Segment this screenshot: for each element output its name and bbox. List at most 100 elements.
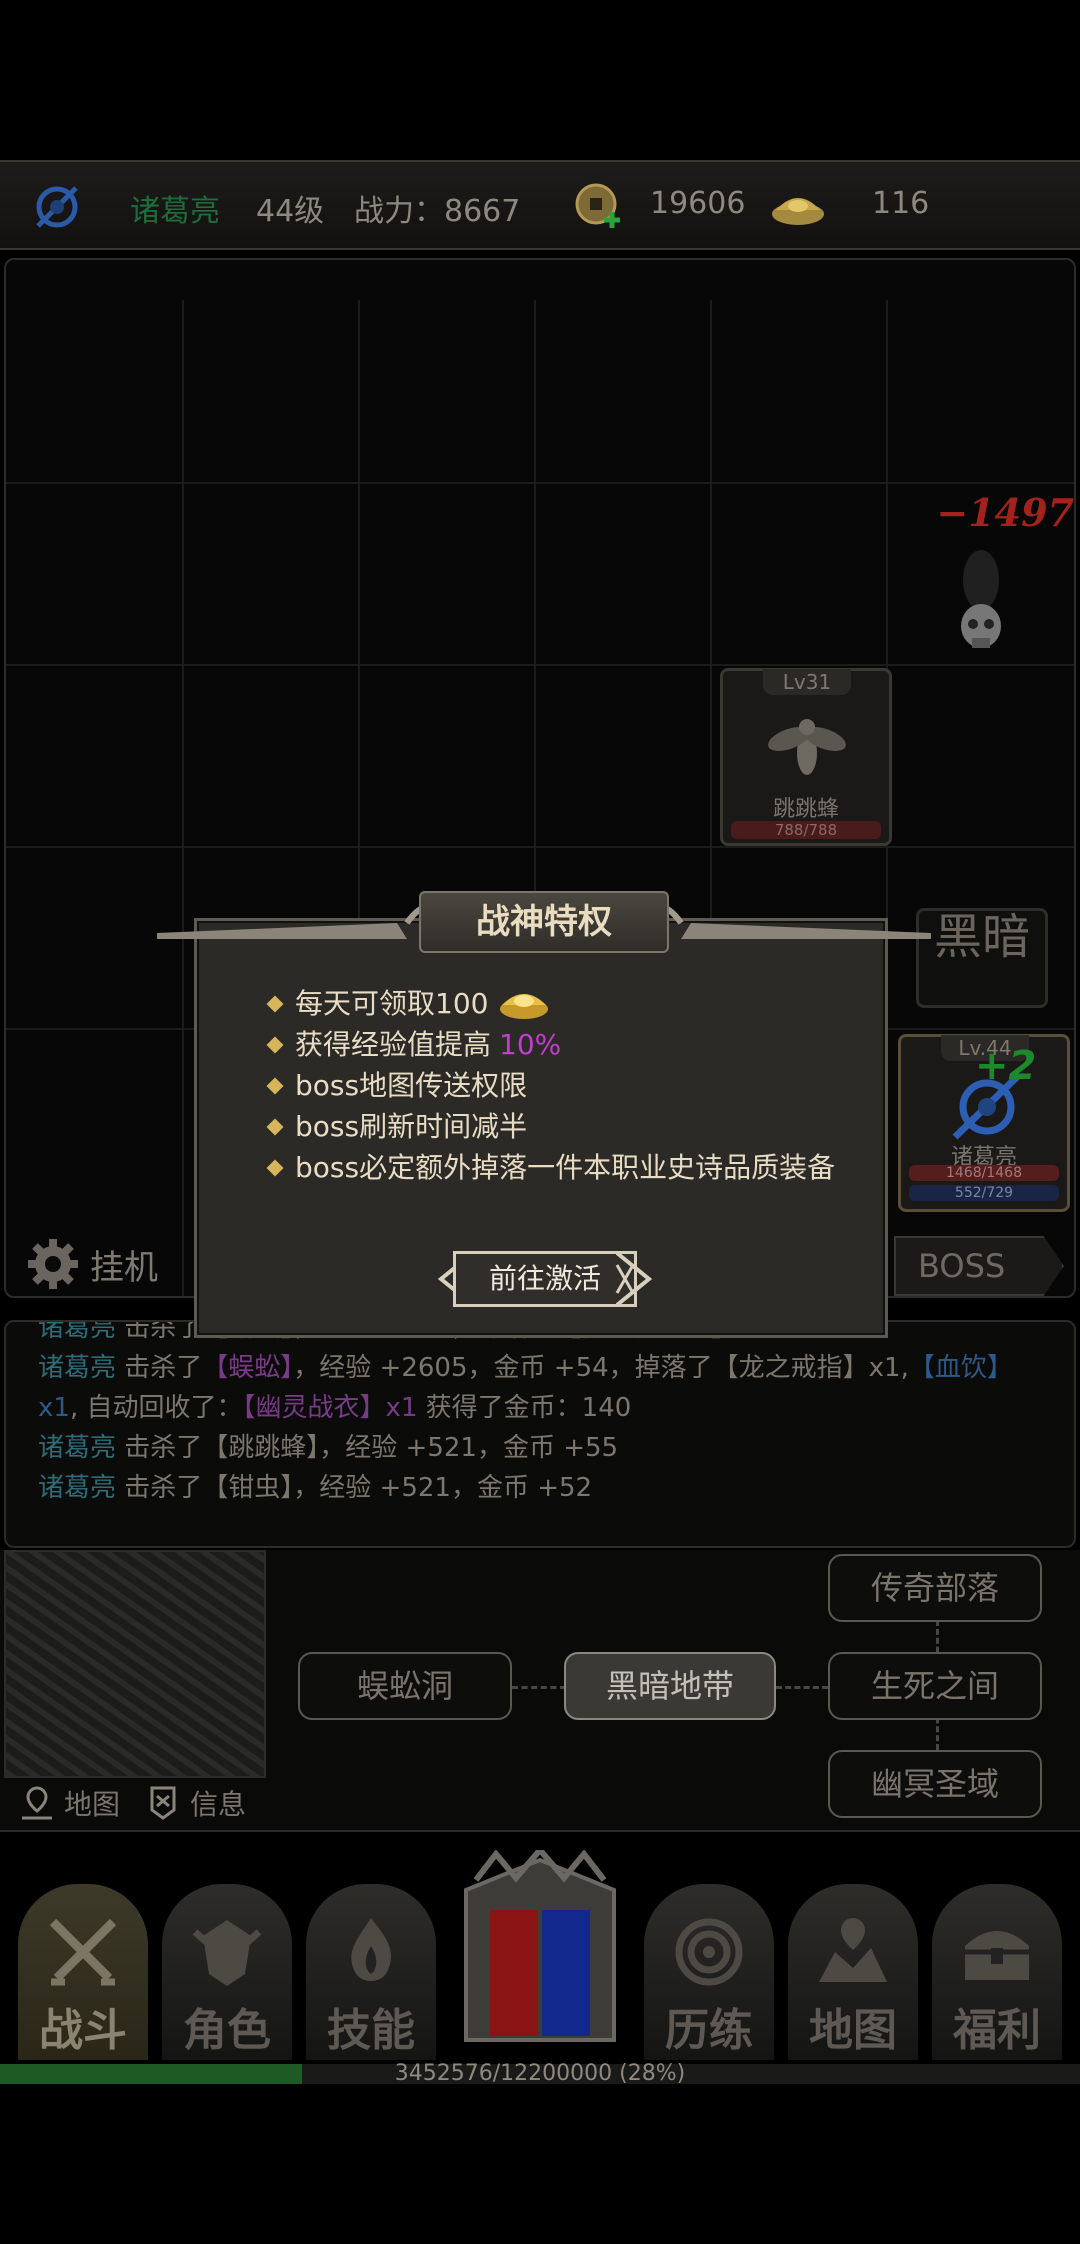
- crossed-swords-icon: [49, 1918, 117, 1986]
- map-node-life-death[interactable]: 生死之间: [828, 1652, 1042, 1720]
- exp-bonus-value: 10%: [499, 1028, 562, 1061]
- grid-line: [6, 846, 1074, 848]
- perk-text: 每天可领取100: [295, 987, 489, 1020]
- nav-battle[interactable]: 战斗: [18, 1884, 148, 2060]
- diamond-bullet-icon: [266, 1036, 284, 1053]
- damage-number: −1497: [936, 490, 1074, 535]
- player-hp-bar: 1468/1468: [909, 1165, 1059, 1181]
- experience-text: 3452576/12200000 (28%): [394, 2061, 686, 2086]
- battle-log: 诸葛亮 击杀了【钳虫】，经验 +521，掉落了【微型魔法药】x1 诸葛亮 击杀了…: [4, 1320, 1076, 1548]
- player-mp-bar: 552/729: [909, 1185, 1059, 1201]
- helmet-icon: [192, 1920, 262, 1986]
- log-player-name: 诸葛亮: [38, 1320, 117, 1343]
- auto-battle-button[interactable]: 挂机: [26, 1234, 158, 1294]
- nav-skill[interactable]: 技能: [306, 1884, 436, 2060]
- player-level: 44级: [256, 194, 325, 229]
- diamond-bullet-icon: [266, 1118, 284, 1135]
- log-text: ，经验 +2605，金币 +54，掉落了【龙之戒指】x1,: [293, 1353, 909, 1383]
- perk-text: boss地图传送权限: [295, 1069, 528, 1102]
- map-pin-icon: [22, 1786, 52, 1820]
- diamond-bullet-icon: [266, 1159, 284, 1176]
- path-connector: [512, 1686, 566, 1689]
- diamond-bullet-icon: [266, 995, 284, 1012]
- diamond-bullet-icon: [266, 1077, 284, 1094]
- map-node-legend-tribe[interactable]: 传奇部落: [828, 1554, 1042, 1622]
- perk-text: 获得经验值提高: [295, 1028, 492, 1061]
- flame-icon: [351, 1918, 392, 1981]
- log-text: 击杀了【跳跳蜂】，经验 +521，金币 +55: [116, 1433, 619, 1463]
- map-panel: 地图 信息 蜈蚣洞 黑暗地带 传奇部落 生死之间 幽冥圣域: [0, 1550, 1080, 1832]
- monster-level: Lv31: [763, 669, 851, 695]
- log-player-name: 诸葛亮: [38, 1473, 117, 1503]
- map-node-centipede-cave[interactable]: 蜈蚣洞: [298, 1652, 512, 1720]
- perk-text: boss刷新时间减半: [295, 1110, 528, 1143]
- dialog-title: 战神特权: [419, 891, 669, 953]
- nav-role[interactable]: 角色: [162, 1884, 292, 2060]
- perk-text: boss必定额外掉落一件本职业史诗品质装备: [295, 1151, 836, 1184]
- log-item-name: 【幽灵战衣】x1: [242, 1393, 418, 1423]
- add-coin-icon[interactable]: [574, 182, 624, 232]
- gold-ingot-icon: [772, 198, 824, 225]
- map-node-nether[interactable]: 幽冥圣域: [828, 1750, 1042, 1818]
- faction-shield-icon[interactable]: [446, 1850, 634, 2060]
- minimap[interactable]: [4, 1550, 266, 1778]
- treasure-chest-icon: [965, 1931, 1029, 1980]
- grid-line: [6, 664, 1074, 666]
- nav-map[interactable]: 地图: [788, 1884, 918, 2060]
- level-gain-text: +2: [975, 1043, 1037, 1089]
- top-status-bar: 诸葛亮 44级 战力：8667 19606 116: [0, 160, 1080, 250]
- log-text: , 自动回收了：: [69, 1393, 243, 1423]
- nav-battle-label: 战斗: [39, 2005, 127, 2056]
- nav-welfare[interactable]: 福利: [932, 1884, 1062, 2060]
- nav-role-label: 角色: [183, 2005, 271, 2056]
- monster-hp-bar: 788/788: [731, 821, 881, 839]
- auto-battle-label: 挂机: [90, 1247, 158, 1288]
- path-connector: [776, 1686, 828, 1689]
- perk-item: boss必定额外掉落一件本职业史诗品质装备: [266, 1147, 836, 1188]
- grid-line: [182, 300, 184, 1296]
- player-name: 诸葛亮: [130, 194, 220, 229]
- map-node-dark-zone[interactable]: 黑暗地带: [564, 1652, 776, 1720]
- log-monster-name: 【蜈蚣】: [202, 1353, 294, 1383]
- log-text: 击杀了【钳虫】，经验 +521，金币 +52: [116, 1473, 593, 1503]
- log-entry: 诸葛亮 击杀了【蜈蚣】，经验 +2605，金币 +54，掉落了【龙之戒指】x1,…: [38, 1348, 1042, 1428]
- nav-map-label: 地图: [809, 2005, 897, 2056]
- activate-button[interactable]: 前往激活: [435, 1249, 655, 1309]
- combat-power: 战力：8667: [354, 194, 521, 229]
- boss-button[interactable]: BOSS: [894, 1236, 1064, 1296]
- zone-name-plate: 黑暗: [916, 908, 1048, 1008]
- perk-list: 每天可领取100 获得经验值提高 10% boss地图传送权限 boss刷新时间…: [266, 983, 836, 1188]
- perk-item: 每天可领取100: [266, 983, 835, 1024]
- coin-amount: 19606: [650, 186, 746, 221]
- log-text: 击杀了: [116, 1353, 203, 1383]
- log-player-name: 诸葛亮: [38, 1353, 117, 1383]
- map-tab-label: 地图: [64, 1788, 121, 1821]
- monster-card[interactable]: Lv31 跳跳蜂 788/788: [720, 668, 892, 846]
- log-entry: 诸葛亮 击杀了【跳跳蜂】，经验 +521，金币 +55: [38, 1428, 1042, 1468]
- nav-train-label: 历练: [665, 2005, 753, 2056]
- nav-train[interactable]: 历练: [644, 1884, 774, 2060]
- bottom-nav: 战斗 角色 技能 历练 地图 福利: [0, 1850, 1080, 2060]
- map-tab[interactable]: 地图: [18, 1776, 120, 1830]
- privilege-dialog: 战神特权 每天可领取100 获得经验值提高 10% boss地图传送权限 bos…: [157, 891, 931, 1338]
- log-entry: 诸葛亮 击杀了【钳虫】，经验 +521，金币 +52: [38, 1468, 1042, 1508]
- bee-icon: [768, 719, 846, 775]
- perk-item: boss地图传送权限: [266, 1065, 835, 1106]
- button-cap-right-icon: [615, 1251, 653, 1307]
- spiral-icon: [675, 1918, 743, 1986]
- log-player-name: 诸葛亮: [38, 1433, 117, 1463]
- player-card[interactable]: Lv.44 +2 诸葛亮 1468/1468 552/729: [898, 1034, 1070, 1212]
- ingot-amount: 116: [872, 186, 930, 221]
- grid-line: [6, 482, 1074, 484]
- class-emblem-icon[interactable]: [30, 180, 84, 234]
- info-tab[interactable]: 信息: [144, 1776, 246, 1830]
- nav-skill-label: 技能: [327, 2005, 415, 2056]
- activate-button-label: 前往激活: [453, 1251, 637, 1307]
- log-text: 获得了金币：140: [417, 1393, 632, 1423]
- gold-ingot-icon: [500, 993, 549, 1019]
- nav-welfare-label: 福利: [953, 2005, 1041, 2056]
- gear-icon: [28, 1239, 78, 1289]
- info-tab-label: 信息: [190, 1788, 247, 1821]
- info-flag-icon: [150, 1786, 176, 1820]
- monster-name: 跳跳蜂: [772, 797, 839, 822]
